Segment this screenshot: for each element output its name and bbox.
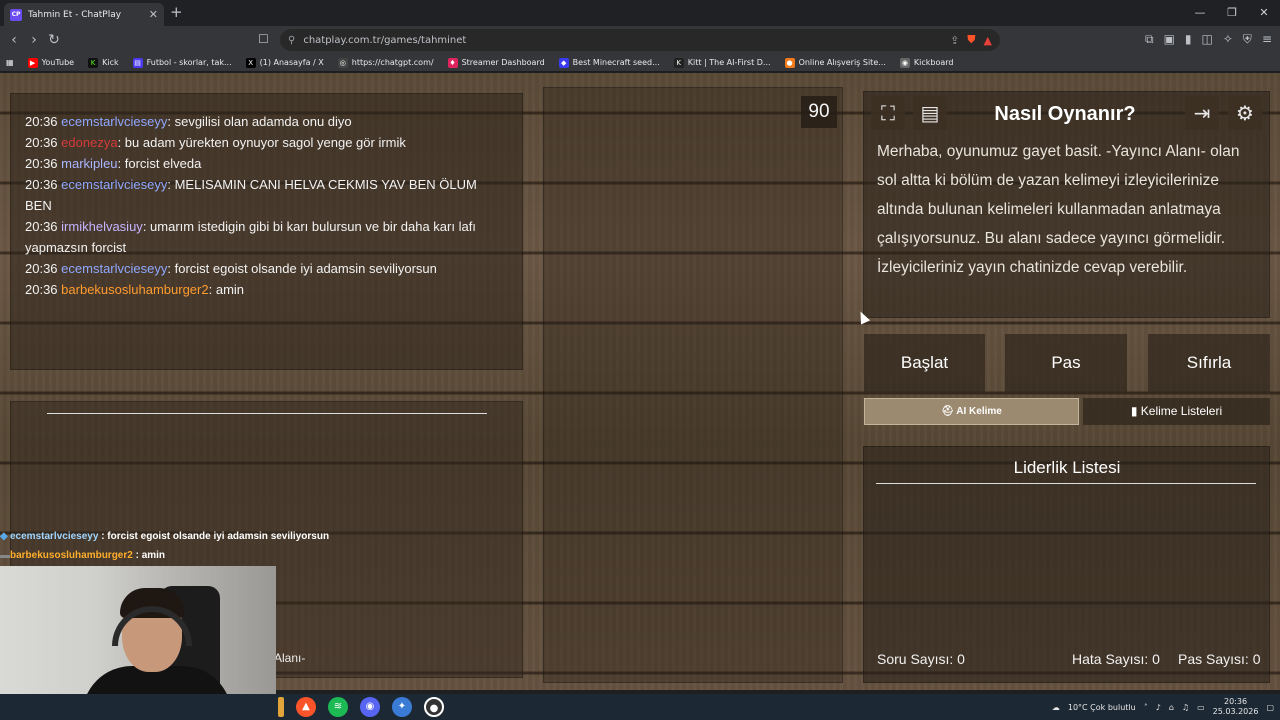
brave-rewards-icon[interactable]: ▲ bbox=[984, 34, 992, 47]
pass-button[interactable]: Pas bbox=[1005, 334, 1127, 392]
bookmark-kick[interactable]: K Kick bbox=[88, 57, 119, 68]
windows-taskbar: ▲ ≋ ◉ ✦ ● ☁ 10°C Çok bulutlu ˄ ♪ ⌂ ♫ ▭ 2… bbox=[0, 694, 1280, 720]
notes-icon[interactable]: ▤ bbox=[913, 96, 947, 130]
leo-ai-icon[interactable]: ✧ bbox=[1223, 32, 1233, 47]
bookmark-kickboard[interactable]: ◉ Kickboard bbox=[899, 57, 953, 68]
site-info-icon[interactable]: ⚲ bbox=[288, 35, 295, 46]
wallet-icon[interactable]: ◫ bbox=[1202, 32, 1213, 47]
leaderboard-panel bbox=[863, 446, 1270, 683]
start-button[interactable]: Başlat bbox=[864, 334, 985, 392]
back-icon[interactable]: ‹ bbox=[4, 32, 24, 48]
reset-button[interactable]: Sıfırla bbox=[1148, 334, 1270, 392]
brave-browser-icon[interactable]: ▲ bbox=[296, 697, 316, 717]
logout-icon[interactable]: ⇥ bbox=[1185, 96, 1219, 130]
close-tab-icon[interactable]: ✕ bbox=[149, 8, 158, 21]
restore-icon[interactable]: ❐ bbox=[1216, 0, 1248, 26]
chat-message: 20:36 edonezya: bu adam yürekten oynuyor… bbox=[25, 135, 406, 150]
new-tab-icon[interactable]: + bbox=[170, 3, 183, 21]
browser-tab[interactable]: CP Tahmin Et - ChatPlay ✕ bbox=[4, 3, 164, 26]
forward-icon[interactable]: › bbox=[24, 32, 44, 48]
fullscreen-icon[interactable]: ⛶ bbox=[871, 96, 905, 130]
media-icon[interactable]: ▣ bbox=[1164, 32, 1175, 47]
browser-tabbar: CP Tahmin Et - ChatPlay ✕ + — ❐ ✕ bbox=[0, 0, 1280, 26]
streamer-area-label: Alanı- bbox=[274, 651, 306, 665]
chat-messages: 20:36 ecemstarlvcieseyy: sevgilisi olan … bbox=[25, 111, 505, 300]
brave-shield-icon[interactable]: ⛊ bbox=[967, 33, 975, 47]
chatplay-favicon-icon: CP bbox=[10, 8, 22, 21]
weather-text[interactable]: 10°C Çok bulutlu bbox=[1068, 703, 1136, 712]
bookmark-streamer-dashboard[interactable]: ♦ Streamer Dashboard bbox=[447, 57, 545, 68]
how-to-title: Nasıl Oynanır? bbox=[994, 103, 1136, 125]
settings-gear-icon[interactable]: ⚙ bbox=[1228, 96, 1262, 130]
network-icon[interactable]: ⌂ bbox=[1169, 703, 1174, 712]
bookmark-chatgpt[interactable]: ◎ https://chatgpt.com/ bbox=[337, 57, 434, 68]
address-bar[interactable]: ⚲ chatplay.com.tr/games/tahminet ⇪ ⛊ ▲ bbox=[280, 29, 1000, 51]
robot-icon: ⛑ bbox=[941, 406, 957, 417]
volume-icon[interactable]: ♫ bbox=[1182, 703, 1189, 712]
reload-icon[interactable]: ↻ bbox=[44, 32, 64, 48]
divider bbox=[47, 413, 487, 414]
chat-message: 20:36 ecemstarlvcieseyy: sevgilisi olan … bbox=[25, 114, 352, 129]
file-explorer-icon[interactable] bbox=[278, 697, 284, 717]
browser-toolbar: ‹ › ↻ ☐ ⚲ chatplay.com.tr/games/tahminet… bbox=[0, 26, 1280, 54]
divider bbox=[876, 483, 1256, 484]
discord-icon[interactable]: ◉ bbox=[360, 697, 380, 717]
close-window-icon[interactable]: ✕ bbox=[1248, 0, 1280, 26]
bookmark-kitt[interactable]: K Kitt | The AI-First D... bbox=[673, 57, 771, 68]
bookmark-youtube[interactable]: ▶ YouTube bbox=[27, 57, 74, 68]
chat-panel: 20:36 ecemstarlvcieseyy: sevgilisi olan … bbox=[10, 93, 523, 370]
taskbar-apps: ▲ ≋ ◉ ✦ ● bbox=[278, 697, 444, 717]
overlay-message: ◆ ecemstarlvcieseyy : forcist egoist olsa… bbox=[0, 527, 329, 546]
bookmark-icon[interactable]: ☐ bbox=[258, 32, 269, 46]
ai-word-button[interactable]: ⛑ AI Kelime bbox=[864, 398, 1079, 425]
bookmark-x[interactable]: X (1) Anasayfa / X bbox=[245, 57, 324, 68]
vpn-icon[interactable]: ⛨ bbox=[1243, 32, 1252, 47]
user-badge-icon: ▬ bbox=[0, 550, 10, 561]
stream-chat-overlay: ◆ ecemstarlvcieseyy : forcist egoist olsa… bbox=[0, 527, 329, 565]
word-panel bbox=[543, 87, 843, 683]
error-count: Hata Sayısı: 0 bbox=[1072, 651, 1160, 667]
clock[interactable]: 20:36 25.03.2026 bbox=[1213, 697, 1259, 717]
chat-message: 20:36 markipleu: forcist elveda bbox=[25, 156, 202, 171]
pass-count: Pas Sayısı: 0 bbox=[1178, 651, 1261, 667]
chat-message: 20:36 ecemstarlvcieseyy: MELISAMIN CANI … bbox=[25, 177, 477, 213]
extension-icons: ⧉ ▣ ▮ ◫ ✧ ⛨ ≡ bbox=[1145, 32, 1272, 47]
spotify-icon[interactable]: ≋ bbox=[328, 697, 348, 717]
weather-icon[interactable]: ☁ bbox=[1052, 703, 1060, 712]
tray-chevron-icon[interactable]: ˄ bbox=[1144, 703, 1148, 712]
obs-icon[interactable]: ● bbox=[424, 697, 444, 717]
apps-icon[interactable]: ▦ bbox=[6, 58, 14, 67]
chat-message: 20:36 ecemstarlvcieseyy: forcist egoist … bbox=[25, 261, 437, 276]
battery-icon[interactable]: ▭ bbox=[1197, 703, 1205, 712]
minimize-icon[interactable]: — bbox=[1184, 0, 1216, 26]
leaderboard-title: Liderlik Listesi bbox=[1013, 458, 1121, 477]
chat-message: 20:36 irmikhelvasiuy: umarım istedigin g… bbox=[25, 219, 476, 255]
extensions-icon[interactable]: ⧉ bbox=[1145, 32, 1154, 47]
word-lists-button[interactable]: ▮ Kelime Listeleri bbox=[1083, 398, 1270, 425]
mic-icon[interactable]: ♪ bbox=[1156, 703, 1161, 712]
user-badge-icon: ◆ bbox=[0, 531, 8, 542]
bookmark-futbol[interactable]: ▤ Futbol - skorlar, tak... bbox=[132, 57, 232, 68]
bookmark-shop[interactable]: ● Online Alışveriş Site... bbox=[784, 57, 886, 68]
notifications-icon[interactable]: ▢ bbox=[1266, 703, 1274, 712]
system-tray: ☁ 10°C Çok bulutlu ˄ ♪ ⌂ ♫ ▭ 20:36 25.03… bbox=[1052, 694, 1274, 720]
timer: 90 bbox=[801, 96, 837, 128]
chat-message: 20:36 barbekusosluhamburger2: amin bbox=[25, 282, 245, 297]
sidebar-icon[interactable]: ▮ bbox=[1185, 32, 1192, 47]
url-text[interactable]: chatplay.com.tr/games/tahminet bbox=[303, 35, 942, 46]
bookmarks-bar: ▦ ▶ YouTube K Kick ▤ Futbol - skorlar, tak.… bbox=[0, 54, 1280, 72]
tab-title: Tahmin Et - ChatPlay bbox=[28, 9, 122, 20]
clipboard-icon: ▮ bbox=[1130, 404, 1141, 418]
how-to-description: Merhaba, oyunumuz gayet basit. -Yayıncı … bbox=[877, 143, 1240, 276]
question-count: Soru Sayısı: 0 bbox=[877, 651, 965, 667]
share-icon[interactable]: ⇪ bbox=[950, 34, 959, 47]
bookmark-minecraft[interactable]: ◆ Best Minecraft seed... bbox=[558, 57, 660, 68]
menu-icon[interactable]: ≡ bbox=[1262, 32, 1272, 47]
app-icon[interactable]: ✦ bbox=[392, 697, 412, 717]
overlay-message: ▬barbekusosluhamburger2 : amin bbox=[0, 546, 329, 565]
window-controls: — ❐ ✕ bbox=[1184, 0, 1280, 26]
